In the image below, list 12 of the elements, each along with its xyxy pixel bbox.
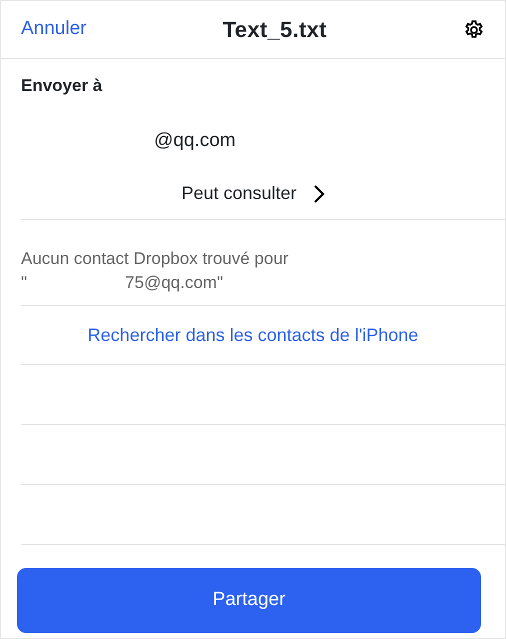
quote-mark: " [21, 272, 28, 294]
search-contacts-link[interactable]: Rechercher dans les contacts de l'iPhone [88, 322, 418, 348]
settings-button[interactable] [462, 18, 485, 40]
section-label: Envoyer à [20, 75, 104, 97]
chevron-icon [312, 184, 325, 204]
share-button[interactable]: Partager [17, 568, 481, 633]
recipient-email: @qq.com [154, 130, 236, 150]
window-title: Text_5.txt [222, 16, 327, 44]
cancel-link[interactable]: Annuler [21, 15, 86, 44]
permission-button[interactable]: Peut consulter [181, 180, 325, 207]
no-result-message: Aucun contact Dropbox trouvé pour [21, 248, 290, 270]
search-query: 75@qq.com" [125, 272, 223, 294]
